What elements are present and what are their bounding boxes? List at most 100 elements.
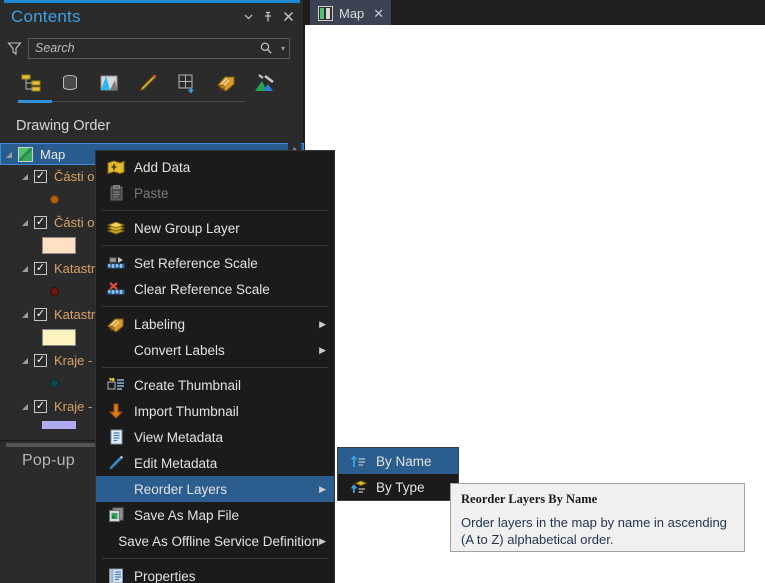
submenu-item-label: By Name (376, 453, 432, 469)
app-window: Contents Search ▾ Drawing Order ◢ Map ◢ … (0, 0, 765, 583)
menu-item-label: Save As Map File (134, 507, 240, 523)
contents-view-tabs (0, 68, 304, 98)
menu-item-reorder-layers[interactable]: Reorder Layers ▶ (96, 476, 334, 502)
auto-hide-pin-icon[interactable] (258, 7, 278, 27)
menu-item-label: Import Thumbnail (134, 403, 239, 419)
reorder-layers-submenu[interactable]: By Name By Type (337, 447, 459, 501)
search-input[interactable] (29, 41, 255, 55)
layer-visibility-checkbox[interactable]: ✓ (34, 399, 47, 413)
menu-item-convert-labels[interactable]: Convert Labels ▶ (96, 337, 334, 363)
submenu-item-by-type[interactable]: By Type (338, 474, 458, 500)
sort-by-name-icon (344, 454, 372, 469)
layer-visibility-checkbox[interactable]: ✓ (34, 215, 47, 229)
sort-by-type-icon (344, 479, 372, 495)
group-layer-icon (102, 220, 130, 236)
menu-item-label: Edit Metadata (134, 455, 218, 471)
tooltip-title: Reorder Layers By Name (461, 492, 598, 506)
expander-icon[interactable]: ◢ (16, 218, 34, 227)
menu-item-view-metadata[interactable]: View Metadata (96, 424, 334, 450)
active-tab-indicator (18, 100, 52, 103)
menu-item-new-group-layer[interactable]: New Group Layer (96, 215, 334, 241)
point-symbol-swatch (50, 194, 59, 204)
menu-item-import-thumbnail[interactable]: Import Thumbnail (96, 398, 334, 424)
layer-context-menu[interactable]: Add Data Paste New Group Layer Set Refer… (95, 150, 335, 583)
menu-item-labeling[interactable]: Labeling ▶ (96, 311, 334, 337)
menu-item-save-as-offline-service-definition[interactable]: Save As Offline Service Definition ▶ (96, 528, 334, 554)
menu-separator (102, 367, 328, 368)
map-view-icon (318, 6, 333, 21)
magnifier-icon[interactable] (255, 41, 277, 55)
menu-item-label: Save As Offline Service Definition (118, 533, 320, 549)
expander-icon[interactable]: ◢ (16, 402, 34, 411)
menu-item-paste: Paste (96, 180, 334, 206)
set-reference-scale-icon (102, 256, 130, 270)
menu-item-label: Create Thumbnail (134, 377, 242, 393)
menu-dropdown-icon[interactable] (238, 7, 258, 27)
menu-item-label: Reorder Layers (134, 481, 228, 497)
tooltip: Reorder Layers By Name Order layers in t… (450, 483, 745, 552)
clear-reference-scale-icon (102, 282, 130, 296)
menu-item-set-reference-scale[interactable]: Set Reference Scale (96, 250, 334, 276)
menu-item-label: New Group Layer (134, 220, 240, 236)
layer-visibility-checkbox[interactable]: ✓ (34, 169, 47, 183)
terrain-icon[interactable] (252, 70, 278, 96)
contents-search-row: ▾ (0, 33, 304, 63)
tab-close-icon[interactable]: ✕ (370, 7, 384, 20)
menu-separator (102, 558, 328, 559)
drawing-order-icon[interactable] (18, 70, 44, 96)
menu-item-create-thumbnail[interactable]: Create Thumbnail (96, 372, 334, 398)
tab-map[interactable]: Map ✕ (310, 0, 392, 25)
menu-item-add-data[interactable]: Add Data (96, 154, 334, 180)
menu-item-label: Clear Reference Scale (134, 281, 270, 297)
popup-pane-title: Pop-up (22, 452, 75, 469)
tabs-divider (18, 101, 245, 102)
menu-item-properties[interactable]: Properties (96, 563, 334, 583)
paste-icon (102, 185, 130, 201)
save-map-file-icon (102, 507, 130, 523)
submenu-arrow-icon: ▶ (319, 318, 326, 329)
menu-separator (102, 306, 328, 307)
drawing-order-label: Drawing Order (16, 118, 111, 134)
create-thumbnail-icon (102, 377, 130, 393)
labeling-icon (102, 316, 130, 332)
polygon-symbol-swatch (42, 420, 76, 429)
submenu-arrow-icon: ▶ (319, 483, 326, 494)
polygon-symbol-swatch (42, 236, 76, 254)
expander-icon[interactable]: ◢ (16, 310, 34, 319)
menu-item-clear-reference-scale[interactable]: Clear Reference Scale (96, 276, 334, 302)
selection-icon[interactable] (96, 70, 122, 96)
window-button-group (238, 7, 304, 27)
menu-item-save-as-map-file[interactable]: Save As Map File (96, 502, 334, 528)
layer-visibility-checkbox[interactable]: ✓ (34, 307, 47, 321)
expander-icon[interactable]: ◢ (16, 172, 34, 181)
polygon-symbol-swatch (42, 328, 76, 346)
tree-label-map: Map (40, 146, 66, 162)
menu-item-label: Properties (134, 568, 196, 583)
filter-icon[interactable] (0, 41, 28, 56)
submenu-item-label: By Type (376, 479, 425, 495)
search-input-wrapper[interactable]: ▾ (28, 37, 290, 59)
submenu-item-by-name[interactable]: By Name (338, 448, 458, 474)
view-metadata-icon (102, 429, 130, 445)
menu-item-edit-metadata[interactable]: Edit Metadata (96, 450, 334, 476)
layer-visibility-checkbox[interactable]: ✓ (34, 353, 47, 367)
close-icon[interactable] (278, 7, 298, 27)
submenu-arrow-icon: ▶ (319, 344, 326, 355)
layer-visibility-checkbox[interactable]: ✓ (34, 261, 47, 275)
database-icon[interactable] (57, 70, 83, 96)
expander-icon[interactable]: ◢ (16, 264, 34, 273)
expander-icon[interactable]: ◢ (16, 356, 34, 365)
grid-plus-icon[interactable] (174, 70, 200, 96)
pencil-icon[interactable] (135, 70, 161, 96)
menu-item-label: Paste (134, 185, 169, 201)
search-chevron-down-icon[interactable]: ▾ (277, 44, 289, 53)
add-data-icon (102, 159, 130, 175)
expander-icon[interactable]: ◢ (0, 150, 18, 159)
menu-item-label: Labeling (134, 316, 186, 332)
menu-item-label: Add Data (134, 159, 191, 175)
map-icon (18, 146, 33, 162)
properties-icon (102, 568, 130, 583)
map-tabstrip: Map ✕ (304, 0, 765, 25)
label-tag-icon[interactable] (213, 70, 239, 96)
import-thumbnail-icon (102, 403, 130, 419)
